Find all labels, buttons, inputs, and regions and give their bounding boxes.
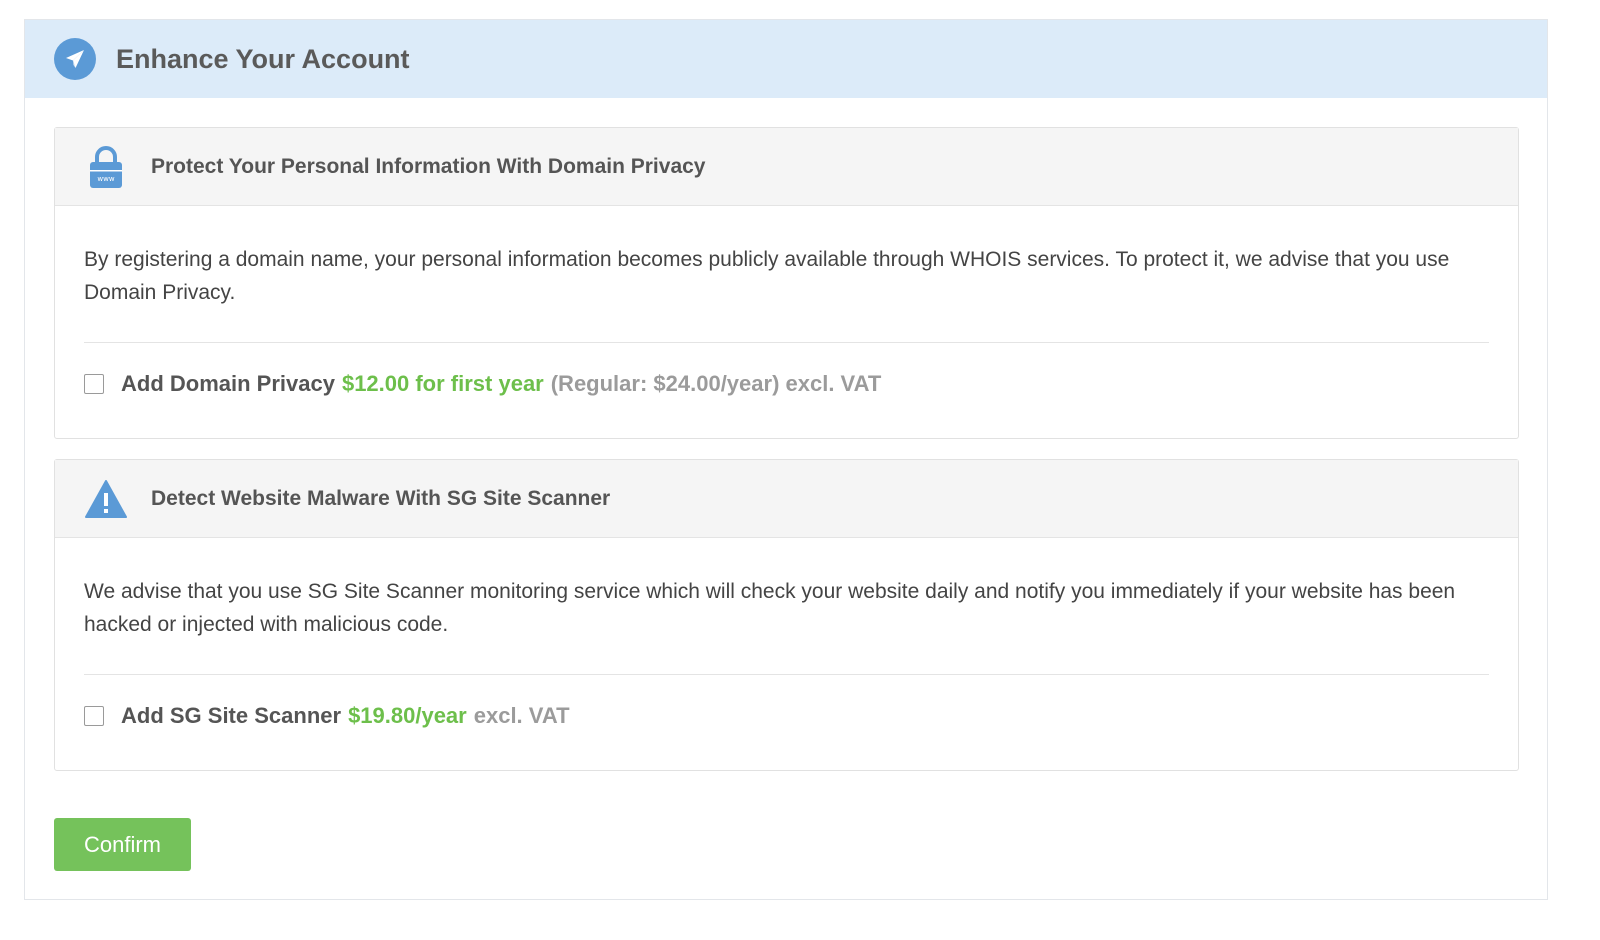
lock-www-icon: www: [83, 144, 129, 190]
site-scanner-vat-note: excl. VAT: [473, 703, 570, 728]
site-scanner-price: $19.80/year: [348, 703, 467, 728]
panel-header: Enhance Your Account: [25, 20, 1547, 98]
divider: [84, 342, 1489, 343]
site-scanner-body: We advise that you use SG Site Scanner m…: [55, 575, 1518, 729]
site-scanner-label[interactable]: Add SG Site Scanner: [121, 703, 341, 729]
site-scanner-checkbox[interactable]: [84, 706, 104, 726]
domain-privacy-price: $12.00 for first year: [341, 371, 544, 396]
domain-privacy-description: By registering a domain name, your perso…: [84, 248, 1450, 304]
domain-privacy-card: www Protect Your Personal Information Wi…: [54, 127, 1519, 439]
divider: [84, 674, 1489, 675]
svg-text:www: www: [97, 175, 114, 183]
domain-privacy-regular-price: (Regular: $24.00/year) excl. VAT: [550, 371, 882, 396]
site-scanner-description: We advise that you use SG Site Scanner m…: [84, 580, 1456, 636]
enhance-account-panel: Enhance Your Account www Protect Your Pe…: [24, 19, 1548, 900]
domain-privacy-label[interactable]: Add Domain Privacy: [121, 371, 335, 397]
confirm-button[interactable]: Confirm: [54, 818, 191, 871]
domain-privacy-checkbox[interactable]: [84, 374, 104, 394]
site-scanner-card: Detect Website Malware With SG Site Scan…: [54, 459, 1519, 771]
site-scanner-option[interactable]: Add SG Site Scanner $19.80/year excl. VA…: [84, 703, 1489, 729]
domain-privacy-title: Protect Your Personal Information With D…: [151, 154, 706, 178]
domain-privacy-body: By registering a domain name, your perso…: [55, 243, 1518, 397]
domain-privacy-option[interactable]: Add Domain Privacy $12.00 for first year…: [84, 371, 1489, 397]
site-scanner-header: Detect Website Malware With SG Site Scan…: [55, 460, 1518, 538]
warning-triangle-icon: [83, 476, 129, 522]
paper-plane-icon: [54, 38, 96, 80]
domain-privacy-header: www Protect Your Personal Information Wi…: [55, 128, 1518, 206]
site-scanner-title: Detect Website Malware With SG Site Scan…: [151, 486, 611, 510]
panel-title: Enhance Your Account: [116, 43, 410, 74]
